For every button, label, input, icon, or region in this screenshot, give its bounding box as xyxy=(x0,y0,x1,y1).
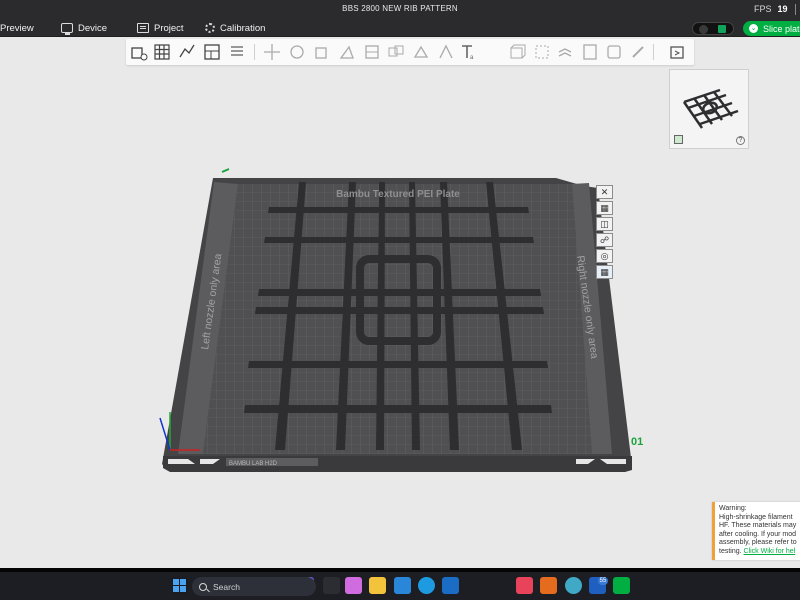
printer-toggle[interactable] xyxy=(692,22,734,35)
outlook-icon[interactable] xyxy=(442,577,459,594)
plate-label: Bambu Textured PEI Plate xyxy=(336,189,460,200)
chevron-down-icon: ⌄ xyxy=(749,24,758,33)
taskbar-search[interactable]: Search xyxy=(192,577,316,596)
slice-plate-button[interactable]: ⌄ Slice plate xyxy=(743,21,800,36)
measure-icon[interactable] xyxy=(532,42,552,62)
assembly-icon[interactable] xyxy=(555,42,575,62)
task-view-icon[interactable] xyxy=(323,577,340,594)
plate-settings-icon[interactable]: ◎ xyxy=(596,249,613,263)
toggle-knob xyxy=(699,25,708,34)
printer-status-icon xyxy=(718,25,726,33)
split-parts-icon[interactable] xyxy=(386,42,406,62)
warning-line: after cooling. If your mod xyxy=(719,530,797,538)
fps-value: 19 xyxy=(777,4,788,14)
search-placeholder: Search xyxy=(213,581,240,592)
model-preview-thumbnail[interactable]: ? xyxy=(669,69,749,149)
edge-icon[interactable] xyxy=(418,577,435,594)
store-icon[interactable] xyxy=(394,577,411,594)
mesh-boolean-icon[interactable] xyxy=(507,42,527,62)
view-cube-icon[interactable] xyxy=(674,135,683,144)
toolbar-separator xyxy=(653,44,654,60)
monitor-icon xyxy=(61,23,73,35)
brim-ears-icon[interactable] xyxy=(628,42,648,62)
toolbar-separator xyxy=(254,44,255,60)
layers-list-icon[interactable] xyxy=(227,42,247,62)
move-icon[interactable] xyxy=(262,42,282,62)
slice-plate-label: Slice plate xyxy=(763,23,800,34)
tab-device[interactable]: Device xyxy=(61,19,107,37)
menu-bar: Preview Device Project Calibration xyxy=(0,19,800,37)
warning-link[interactable]: testing. Click Wiki for hel xyxy=(719,548,798,557)
title-bar: BBS 2800 NEW RIB PATTERN FPS 19 xyxy=(0,0,800,19)
tab-project[interactable]: Project xyxy=(137,19,184,37)
calibration-icon xyxy=(205,23,215,33)
music-app-icon[interactable] xyxy=(516,577,533,594)
notification-badge: 55 xyxy=(598,577,608,585)
close-plate-icon[interactable]: ✕ xyxy=(596,185,613,199)
fps-readout: FPS 19 xyxy=(754,4,788,14)
file-explorer-icon[interactable] xyxy=(369,577,386,594)
text-icon[interactable]: a xyxy=(458,42,478,62)
plate-filament-icon[interactable]: ▦ xyxy=(596,265,613,279)
tab-calibration[interactable]: Calibration xyxy=(205,19,265,37)
window-title: BBS 2800 NEW RIB PATTERN xyxy=(342,4,458,13)
wiki-link[interactable]: Click Wiki for hel xyxy=(744,548,796,555)
title-separator xyxy=(795,4,796,15)
windows-start-icon[interactable] xyxy=(171,577,188,594)
fps-label: FPS xyxy=(754,4,772,14)
tab-calibration-label: Calibration xyxy=(220,22,266,34)
tab-device-label: Device xyxy=(78,22,108,34)
taskbar xyxy=(0,572,800,600)
tab-preview[interactable]: Preview xyxy=(0,19,34,37)
variable-layer-icon[interactable] xyxy=(580,42,600,62)
powerpoint-icon[interactable] xyxy=(540,577,557,594)
warning-line: Warning: xyxy=(719,505,747,512)
warning-notification: Warning: High-shrinkage filament HF. The… xyxy=(712,502,800,560)
orient-plate-icon[interactable]: ◫ xyxy=(596,217,613,231)
plate-side-icons: ✕ ▦ ◫ ☍ ◎ ▦ xyxy=(596,185,616,281)
origin-marker xyxy=(221,168,230,173)
auto-orient-icon[interactable] xyxy=(177,42,197,62)
arrange-plate-icon[interactable]: ▦ xyxy=(596,201,613,215)
add-object-icon[interactable] xyxy=(129,42,149,62)
document-icon xyxy=(137,23,149,33)
grid-lines xyxy=(203,184,592,454)
svg-text:a: a xyxy=(470,55,474,61)
tab-preview-label: Preview xyxy=(0,22,34,34)
help-icon[interactable]: ? xyxy=(736,136,745,145)
scale-icon[interactable] xyxy=(312,42,332,62)
color-paint-icon[interactable] xyxy=(604,42,624,62)
support-paint-icon[interactable] xyxy=(411,42,431,62)
brand-label: BAMBU LAB H2D xyxy=(229,461,278,467)
seam-paint-icon[interactable] xyxy=(436,42,456,62)
rotate-icon[interactable] xyxy=(287,42,307,62)
emboss-icon[interactable] xyxy=(667,42,687,62)
lock-plate-icon[interactable]: ☍ xyxy=(596,233,613,247)
object-toolbar: a xyxy=(126,39,694,65)
bambu-studio-icon[interactable] xyxy=(613,577,630,594)
warning-line: High-shrinkage filament xyxy=(719,513,793,521)
plate-layout-icon[interactable] xyxy=(202,42,222,62)
warning-line: HF. These materials may xyxy=(719,522,797,530)
lay-on-face-icon[interactable] xyxy=(337,42,357,62)
arrange-grid-icon[interactable] xyxy=(152,42,172,62)
warning-line: assembly, please refer to xyxy=(719,539,797,547)
search-icon xyxy=(199,582,207,591)
browser-icon[interactable] xyxy=(565,577,582,594)
plate-number: 01 xyxy=(631,436,643,448)
copilot-icon[interactable] xyxy=(345,577,362,594)
tab-project-label: Project xyxy=(154,22,184,34)
cut-icon[interactable] xyxy=(362,42,382,62)
